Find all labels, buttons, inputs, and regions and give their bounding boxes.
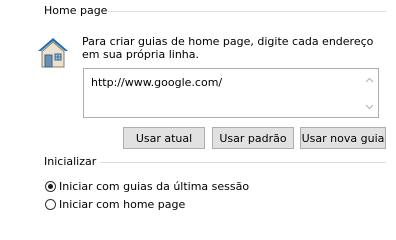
- radio-button-selected[interactable]: [45, 181, 56, 192]
- home-page-url-value[interactable]: http://www.google.com/: [91, 76, 222, 89]
- scroll-down-icon[interactable]: [361, 98, 378, 115]
- radio-label-start-with-home-page[interactable]: Iniciar com home page: [59, 198, 185, 211]
- home-icon: [36, 36, 70, 70]
- scroll-up-icon[interactable]: [361, 71, 378, 88]
- radio-restore-last-session[interactable]: Iniciar com guias da última sessão: [45, 180, 249, 193]
- use-default-button[interactable]: Usar padrão: [212, 127, 294, 149]
- home-page-group-title: Home page: [44, 4, 114, 17]
- use-new-tab-button[interactable]: Usar nova guia: [300, 127, 386, 149]
- radio-label-restore-last-session[interactable]: Iniciar com guias da última sessão: [59, 180, 249, 193]
- radio-start-with-home-page[interactable]: Iniciar com home page: [45, 198, 185, 211]
- home-page-group-divider: [108, 11, 386, 12]
- url-scrollbar[interactable]: [361, 69, 378, 117]
- home-page-url-textarea[interactable]: http://www.google.com/: [83, 68, 379, 118]
- radio-button[interactable]: [45, 199, 56, 210]
- startup-group-divider: [100, 162, 386, 163]
- home-page-description: Para criar guias de home page, digite ca…: [82, 35, 374, 61]
- use-current-button[interactable]: Usar atual: [123, 127, 205, 149]
- startup-group-title: Inicializar: [44, 155, 103, 168]
